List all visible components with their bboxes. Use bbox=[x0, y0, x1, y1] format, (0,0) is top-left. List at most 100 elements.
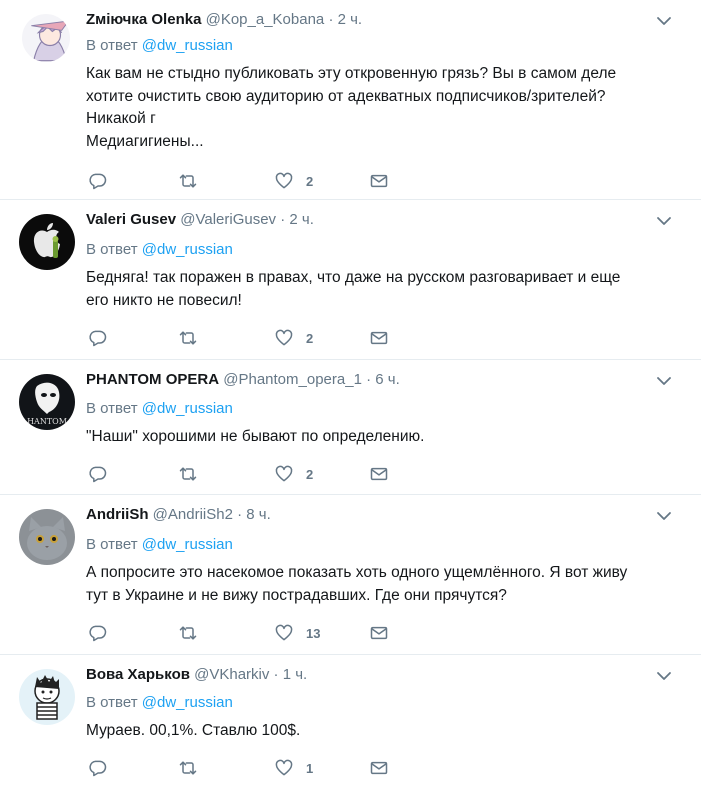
apple-logo-avatar-icon bbox=[19, 214, 75, 270]
tweet-actions: 2 bbox=[86, 327, 396, 349]
tweet-header: AndriiSh @AndriiSh2 · 8 ч. bbox=[86, 505, 271, 525]
like-count: 2 bbox=[306, 466, 314, 482]
tweet-header: Вова Харьков @VKharkiv · 1 ч. bbox=[86, 665, 307, 685]
tweet-text-line: Как вам не стыдно публиковать эту откров… bbox=[86, 65, 617, 82]
envelope-icon bbox=[370, 626, 388, 640]
separator: · bbox=[280, 211, 286, 228]
timestamp[interactable]: 6 ч. bbox=[375, 371, 400, 388]
retweet-icon bbox=[179, 626, 197, 640]
chevron-down-icon[interactable] bbox=[655, 667, 673, 685]
chevron-down-icon[interactable] bbox=[655, 372, 673, 390]
avatar[interactable]: HANTOM bbox=[19, 374, 75, 430]
timestamp[interactable]: 2 ч. bbox=[338, 11, 363, 28]
reply-to-link[interactable]: @dw_russian bbox=[142, 37, 233, 54]
reply-to-link[interactable]: @dw_russian bbox=[142, 536, 233, 553]
separator: · bbox=[366, 371, 372, 388]
phantom-mask-avatar-icon: HANTOM bbox=[19, 374, 75, 430]
reply-context: В ответ @dw_russian bbox=[86, 535, 233, 555]
reply-prefix: В ответ bbox=[86, 400, 138, 417]
tweet-text-line: Бедняга! так поражен в правах, что даже … bbox=[86, 269, 621, 286]
reply-button[interactable] bbox=[88, 170, 108, 192]
like-button[interactable]: 1 bbox=[274, 757, 313, 779]
anime-drawing-avatar-icon: Zм bbox=[22, 14, 70, 62]
tweet-text-line: хотите очистить свою аудиторию от адеква… bbox=[86, 87, 606, 105]
tweet-actions: 2 bbox=[86, 170, 396, 192]
reply-icon bbox=[89, 760, 107, 777]
retweet-button[interactable] bbox=[178, 327, 198, 349]
tweet-text: Мураев. 00,1%. Ставлю 100$. bbox=[86, 720, 661, 743]
timestamp[interactable]: 1 ч. bbox=[283, 666, 308, 683]
heart-icon bbox=[275, 465, 293, 482]
tweet[interactable]: Valeri Gusev @ValeriGusev · 2 ч. В ответ… bbox=[0, 200, 701, 360]
reply-icon bbox=[89, 173, 107, 190]
heart-icon bbox=[275, 172, 293, 189]
direct-message-button[interactable] bbox=[369, 463, 389, 485]
retweet-icon bbox=[179, 331, 197, 345]
direct-message-button[interactable] bbox=[369, 622, 389, 644]
direct-message-button[interactable] bbox=[369, 757, 389, 779]
tweet-actions: 2 bbox=[86, 463, 396, 485]
grey-cat-avatar-icon bbox=[19, 509, 75, 565]
tweet[interactable]: Вова Харьков @VKharkiv · 1 ч. В ответ @d… bbox=[0, 655, 701, 801]
direct-message-button[interactable] bbox=[369, 327, 389, 349]
separator: · bbox=[328, 11, 334, 28]
tweet-text-line: Медиагигиены... bbox=[86, 132, 204, 150]
separator: · bbox=[237, 506, 243, 523]
reply-prefix: В ответ bbox=[86, 536, 138, 553]
user-handle[interactable]: @VKharkiv bbox=[194, 666, 269, 683]
avatar[interactable] bbox=[19, 214, 75, 270]
timestamp[interactable]: 8 ч. bbox=[246, 506, 271, 523]
display-name[interactable]: AndriiSh bbox=[86, 506, 149, 523]
reply-to-link[interactable]: @dw_russian bbox=[142, 400, 233, 417]
retweet-button[interactable] bbox=[178, 757, 198, 779]
display-name[interactable]: Valeri Gusev bbox=[86, 211, 176, 228]
reply-button[interactable] bbox=[88, 327, 108, 349]
like-button[interactable]: 2 bbox=[274, 327, 313, 349]
like-button[interactable]: 2 bbox=[274, 170, 313, 192]
chevron-down-icon[interactable] bbox=[655, 212, 673, 230]
heart-icon bbox=[275, 759, 293, 776]
like-button[interactable]: 2 bbox=[274, 463, 313, 485]
reply-to-link[interactable]: @dw_russian bbox=[142, 694, 233, 711]
retweet-button[interactable] bbox=[178, 170, 198, 192]
svg-text:Zм: Zм bbox=[28, 59, 38, 62]
display-name[interactable]: Zміючка Olenka bbox=[86, 11, 201, 28]
envelope-icon bbox=[370, 467, 388, 481]
envelope-icon bbox=[370, 174, 388, 188]
user-handle[interactable]: @Kop_a_Kobana bbox=[206, 11, 325, 28]
user-handle[interactable]: @AndriiSh2 bbox=[153, 506, 233, 523]
tweet-text-line: Мураев. 00,1%. Ставлю 100$. bbox=[86, 722, 301, 739]
reply-to-link[interactable]: @dw_russian bbox=[142, 241, 233, 258]
avatar[interactable] bbox=[19, 669, 75, 725]
chevron-down-icon[interactable] bbox=[655, 507, 673, 525]
tweet[interactable]: Zм Zміючка Olenka @Kop_a_Kobana · 2 ч. В… bbox=[0, 0, 701, 200]
retweet-button[interactable] bbox=[178, 463, 198, 485]
user-handle[interactable]: @Phantom_opera_1 bbox=[223, 371, 362, 388]
direct-message-button[interactable] bbox=[369, 170, 389, 192]
display-name[interactable]: Вова Харьков bbox=[86, 666, 190, 683]
avatar[interactable]: Zм bbox=[22, 14, 70, 62]
reply-button[interactable] bbox=[88, 622, 108, 644]
tweet-text-line: его никто не повесил! bbox=[86, 291, 242, 309]
avatar-text: HANTOM bbox=[27, 417, 67, 426]
separator: · bbox=[273, 666, 279, 683]
like-button[interactable]: 13 bbox=[274, 622, 320, 644]
retweet-icon bbox=[179, 467, 197, 481]
tweet-text-line: А попросите это насекомое показать хоть … bbox=[86, 564, 628, 581]
reply-context: В ответ @dw_russian bbox=[86, 693, 233, 713]
tweet[interactable]: AndriiSh @AndriiSh2 · 8 ч. В ответ @dw_r… bbox=[0, 495, 701, 655]
retweet-button[interactable] bbox=[178, 622, 198, 644]
tweet-text: Бедняга! так поражен в правах, что даже … bbox=[86, 267, 661, 312]
avatar[interactable] bbox=[19, 509, 75, 565]
envelope-icon bbox=[370, 761, 388, 775]
user-handle[interactable]: @ValeriGusev bbox=[180, 211, 276, 228]
reply-context: В ответ @dw_russian bbox=[86, 240, 233, 260]
tweet-text-line: Никакой г bbox=[86, 110, 156, 127]
tweet[interactable]: HANTOM PHANTOM OPERA @Phantom_opera_1 · … bbox=[0, 360, 701, 495]
chevron-down-icon[interactable] bbox=[655, 12, 673, 30]
timestamp[interactable]: 2 ч. bbox=[289, 211, 314, 228]
reply-button[interactable] bbox=[88, 463, 108, 485]
reply-button[interactable] bbox=[88, 757, 108, 779]
tweet-header: Valeri Gusev @ValeriGusev · 2 ч. bbox=[86, 210, 314, 230]
display-name[interactable]: PHANTOM OPERA bbox=[86, 371, 219, 388]
